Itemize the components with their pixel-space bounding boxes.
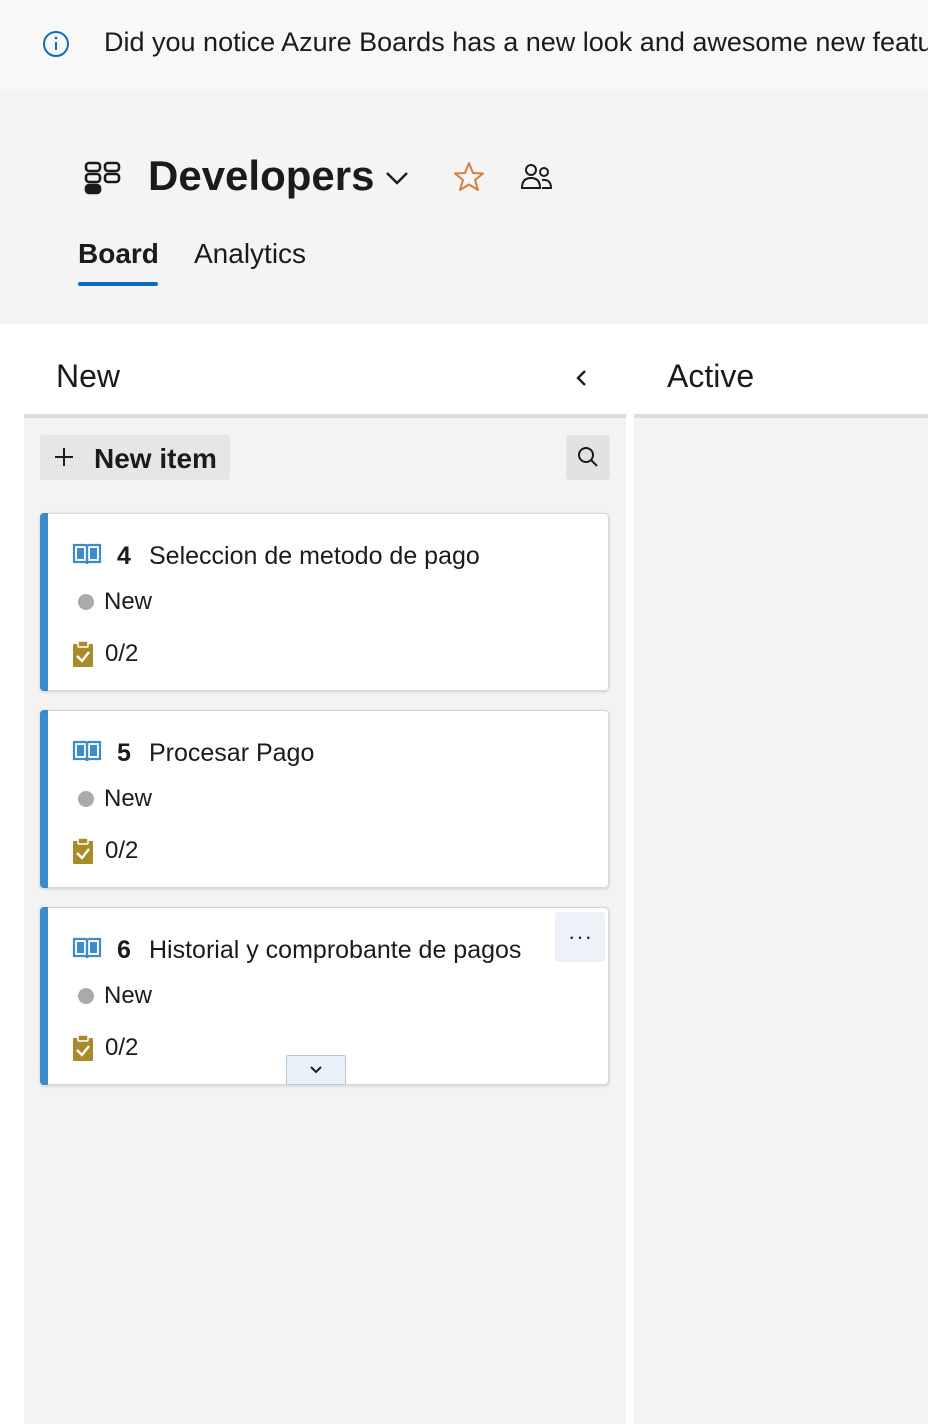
work-item-title[interactable]: Seleccion de metodo de pago (149, 542, 480, 571)
task-clipboard-icon (73, 1034, 93, 1061)
banner-message: Did you notice Azure Boards has a new lo… (104, 27, 928, 57)
chevron-down-icon[interactable] (382, 164, 412, 192)
tab-board[interactable]: Board (78, 238, 159, 270)
work-item-state: New (104, 588, 153, 615)
info-icon (43, 31, 69, 57)
state-dot-icon (78, 594, 94, 610)
work-item-card[interactable]: 5 Procesar Pago New 0/2 (40, 710, 609, 888)
more-options-button[interactable]: ··· (555, 912, 605, 962)
column-title-active: Active (667, 358, 755, 394)
work-item-id: 6 (117, 936, 131, 964)
state-dot-icon (78, 988, 94, 1004)
task-progress: 0/2 (105, 1034, 139, 1061)
work-item-card[interactable]: 4 Seleccion de metodo de pago New 0/2 (40, 513, 609, 691)
card-accent-bar (40, 710, 48, 888)
star-favorite-icon[interactable] (452, 160, 486, 194)
expand-card-button[interactable] (286, 1055, 346, 1085)
new-item-label: New item (94, 443, 217, 474)
work-item-state: New (104, 982, 153, 1009)
team-board-icon (84, 161, 121, 195)
column-title-new: New (56, 358, 121, 394)
card-accent-bar (40, 907, 48, 1085)
ellipsis-icon: ··· (568, 924, 593, 949)
task-clipboard-icon (73, 837, 93, 864)
column-body-active (634, 418, 928, 1424)
team-members-icon[interactable] (520, 162, 554, 192)
user-story-book-icon (72, 543, 102, 565)
chevron-down-icon (310, 1066, 322, 1074)
tab-analytics[interactable]: Analytics (194, 238, 306, 270)
user-story-book-icon (72, 937, 102, 959)
work-item-title[interactable]: Historial y comprobante de pagos (149, 936, 521, 965)
user-story-book-icon (72, 740, 102, 762)
work-item-card[interactable]: 6 Historial y comprobante de pagos ··· N… (40, 907, 609, 1085)
new-item-button[interactable]: New item (40, 435, 230, 480)
info-banner: Did you notice Azure Boards has a new lo… (0, 0, 928, 90)
collapse-column-icon[interactable] (566, 362, 598, 394)
active-tab-indicator (78, 282, 158, 286)
task-clipboard-icon (73, 640, 93, 667)
card-accent-bar (40, 513, 48, 691)
page-header (0, 90, 928, 324)
work-item-title[interactable]: Procesar Pago (149, 739, 314, 768)
team-name[interactable]: Developers (148, 152, 374, 200)
task-progress: 0/2 (105, 640, 139, 667)
plus-icon (55, 448, 73, 466)
work-item-id: 5 (117, 739, 131, 767)
search-icon (578, 447, 598, 467)
work-item-id: 4 (117, 542, 131, 570)
search-button[interactable] (566, 435, 610, 480)
state-dot-icon (78, 791, 94, 807)
task-progress: 0/2 (105, 837, 139, 864)
work-item-state: New (104, 785, 153, 812)
